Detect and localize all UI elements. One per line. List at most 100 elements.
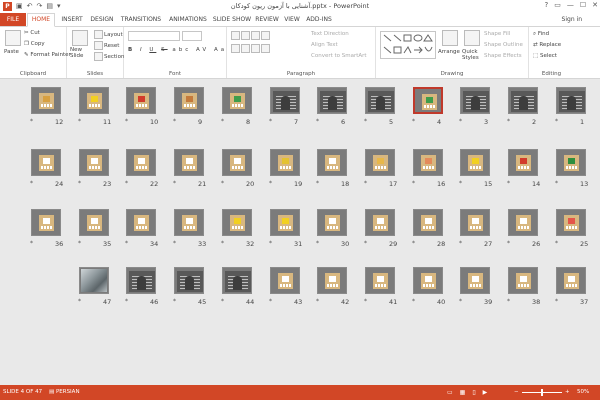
transition-star-icon[interactable]: * [364, 298, 367, 305]
slide-preview[interactable] [556, 149, 586, 176]
slide-preview[interactable] [365, 209, 395, 236]
shapes-gallery[interactable] [380, 31, 436, 59]
slide-thumbnail[interactable]: * 33 [173, 209, 208, 249]
slide-thumbnail[interactable]: * 34 [125, 209, 160, 249]
slide-thumbnail[interactable]: * 30 [316, 209, 351, 249]
new-slide-icon[interactable] [72, 30, 88, 46]
slide-preview[interactable] [556, 267, 586, 294]
slide-preview[interactable] [460, 87, 490, 114]
tab-file[interactable]: FILE [0, 13, 26, 26]
slide-thumbnail[interactable]: * 16 [412, 149, 447, 189]
slide-thumbnail[interactable]: * 47 [78, 267, 113, 307]
slide-preview[interactable] [174, 149, 204, 176]
slide-thumbnail[interactable]: * 21 [173, 149, 208, 189]
transition-star-icon[interactable]: * [173, 180, 176, 187]
slide-preview[interactable] [174, 209, 204, 236]
slide-thumbnail[interactable]: * 25 [555, 209, 590, 249]
slide-thumbnail[interactable]: * 22 [125, 149, 160, 189]
slide-preview[interactable] [174, 267, 204, 294]
transition-star-icon[interactable]: * [316, 298, 319, 305]
shape-fill-button[interactable]: Shape Fill [484, 31, 510, 37]
slide-preview[interactable] [270, 267, 300, 294]
slide-preview[interactable] [365, 87, 395, 114]
change-case-button[interactable]: Aa [214, 47, 227, 53]
slide-thumbnail[interactable]: * 43 [269, 267, 304, 307]
transition-star-icon[interactable]: * [269, 180, 272, 187]
slide-preview[interactable] [413, 267, 443, 294]
text-shadow-button[interactable]: abc [172, 47, 191, 53]
slide-preview[interactable] [508, 209, 538, 236]
transition-star-icon[interactable]: * [125, 240, 128, 247]
slide-thumbnail[interactable]: * 35 [78, 209, 113, 249]
paste-button[interactable]: Paste [4, 49, 19, 55]
slide-preview[interactable] [365, 149, 395, 176]
language-indicator[interactable]: ▤ PERSIAN [49, 385, 80, 400]
slide-thumbnail[interactable]: * 11 [78, 87, 113, 127]
arrange-button[interactable]: Arrange [438, 49, 460, 55]
slide-thumbnail[interactable]: * 38 [507, 267, 542, 307]
slide-thumbnail[interactable]: * 2 [507, 87, 542, 127]
transition-star-icon[interactable]: * [459, 118, 462, 125]
transition-star-icon[interactable]: * [364, 240, 367, 247]
normal-view-icon[interactable]: ▭ [447, 389, 460, 396]
slide-preview[interactable] [460, 267, 490, 294]
slide-thumbnail[interactable]: * 32 [221, 209, 256, 249]
paste-icon[interactable] [5, 30, 21, 46]
slide-preview[interactable] [508, 267, 538, 294]
transition-star-icon[interactable]: * [30, 240, 33, 247]
shape-outline-button[interactable]: Shape Outline [484, 42, 523, 48]
slide-thumbnail[interactable]: * 24 [30, 149, 65, 189]
font-size-select[interactable] [182, 31, 202, 41]
transition-star-icon[interactable]: * [269, 118, 272, 125]
slide-preview[interactable] [79, 267, 109, 294]
italic-button[interactable]: I [140, 47, 145, 53]
transition-star-icon[interactable]: * [78, 298, 81, 305]
slide-thumbnail[interactable]: * 1 [555, 87, 590, 127]
zoom-in-button[interactable]: + [565, 385, 570, 400]
replace-button[interactable]: ⇄ Replace [533, 42, 561, 48]
slide-thumbnail[interactable]: * 42 [316, 267, 351, 307]
slide-preview[interactable] [270, 149, 300, 176]
arrange-icon[interactable] [442, 30, 458, 46]
transition-star-icon[interactable]: * [221, 240, 224, 247]
reset-button[interactable]: Reset [94, 41, 119, 50]
new-slide-button[interactable]: New Slide [70, 47, 94, 59]
slide-preview[interactable] [31, 149, 61, 176]
transition-star-icon[interactable]: * [364, 118, 367, 125]
transition-star-icon[interactable]: * [269, 298, 272, 305]
slide-thumbnail[interactable]: * 39 [459, 267, 494, 307]
slide-preview[interactable] [79, 149, 109, 176]
view-buttons[interactable]: ▭▦▯▶ [447, 385, 494, 400]
transition-star-icon[interactable]: * [221, 298, 224, 305]
tab-review[interactable]: REVIEW [254, 13, 280, 26]
font-format-buttons[interactable]: B I U S abc AV Aa A [128, 47, 239, 53]
transition-star-icon[interactable]: * [173, 240, 176, 247]
slide-preview[interactable] [413, 209, 443, 236]
slide-thumbnail[interactable]: * 5 [364, 87, 399, 127]
slide-preview[interactable] [365, 267, 395, 294]
transition-star-icon[interactable]: * [78, 118, 81, 125]
slide-preview[interactable] [174, 87, 204, 114]
transition-star-icon[interactable]: * [412, 298, 415, 305]
find-button[interactable]: ⌕ Find [533, 31, 549, 38]
slide-preview[interactable] [317, 87, 347, 114]
transition-star-icon[interactable]: * [555, 180, 558, 187]
transition-star-icon[interactable]: * [221, 180, 224, 187]
slide-preview[interactable] [460, 149, 490, 176]
transition-star-icon[interactable]: * [507, 118, 510, 125]
transition-star-icon[interactable]: * [459, 298, 462, 305]
slide-preview[interactable] [222, 87, 252, 114]
slide-thumbnail[interactable]: * 40 [412, 267, 447, 307]
transition-star-icon[interactable]: * [412, 180, 415, 187]
slide-preview[interactable] [413, 149, 443, 176]
slide-thumbnail[interactable]: * 26 [507, 209, 542, 249]
shape-effects-button[interactable]: Shape Effects [484, 53, 522, 59]
layout-button[interactable]: Layout [94, 30, 123, 39]
slide-thumbnail[interactable]: * 13 [555, 149, 590, 189]
transition-star-icon[interactable]: * [412, 240, 415, 247]
slide-thumbnail[interactable]: * 12 [30, 87, 65, 127]
slide-sorter[interactable]: * 12 * 11 * 10 * 9 * 8 * 7 * 6 * 5 * 4 * 3 * 2 * 1 * 24 * 23 * 22 * 21 *… [0, 79, 600, 385]
slide-preview[interactable] [79, 87, 109, 114]
slide-thumbnail[interactable]: * 9 [173, 87, 208, 127]
slide-thumbnail[interactable]: * 4 [412, 87, 447, 127]
